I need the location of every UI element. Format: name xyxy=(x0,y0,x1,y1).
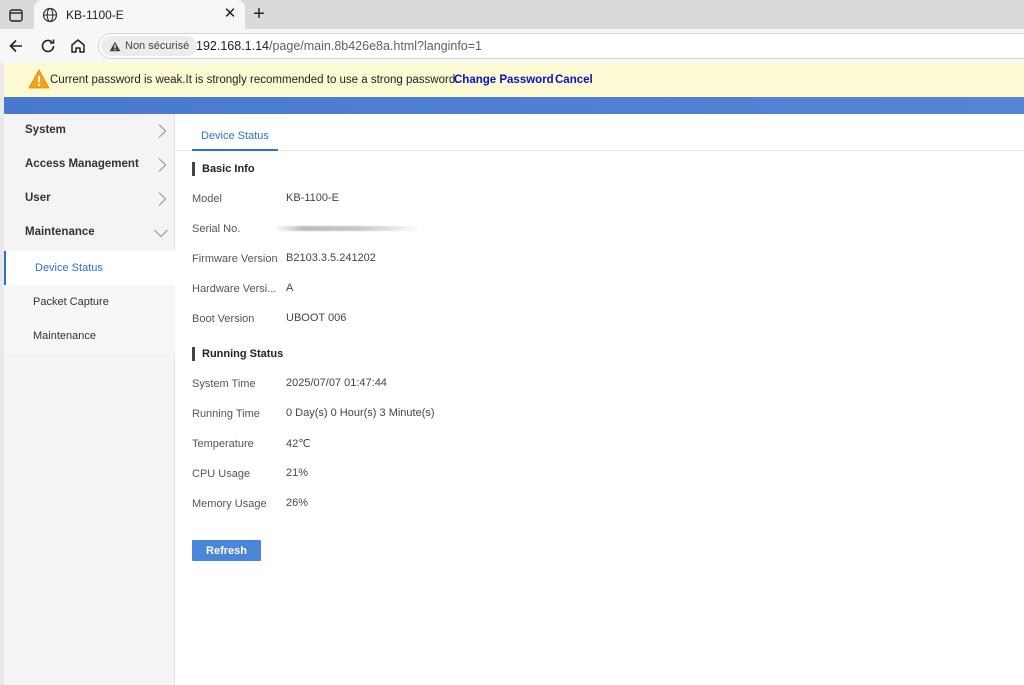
sidebar-item-maintenance[interactable]: Maintenance xyxy=(4,216,175,250)
refresh-button[interactable]: Refresh xyxy=(192,540,261,561)
sidebar-item-label: User xyxy=(25,192,51,204)
sidebar-item-label: Access Management xyxy=(25,158,139,170)
sidebar-subitem-device-status[interactable]: Device Status xyxy=(4,251,175,285)
sidebar-subitem-label: Device Status xyxy=(35,262,103,274)
field-label-temperature: Temperature xyxy=(192,438,254,450)
cancel-link[interactable]: Cancel xyxy=(555,74,593,86)
serial-redacted xyxy=(274,226,420,231)
field-label-system-time: System Time xyxy=(192,378,256,390)
sidebar-subitem-label: Maintenance xyxy=(33,330,96,342)
warning-message: Current password is weak.It is strongly … xyxy=(50,74,459,86)
sidebar-item-access-management[interactable]: Access Management xyxy=(4,148,175,182)
browser-tab[interactable]: KB-1100-E ✕ xyxy=(34,0,245,29)
address-bar: Non sécurisé 192.168.1.14/page/main.8b42… xyxy=(0,29,1024,63)
field-label-memory-usage: Memory Usage xyxy=(192,498,267,510)
browser-tab-bar: KB-1100-E ✕ + xyxy=(0,0,1024,29)
warning-icon xyxy=(28,69,50,89)
chevron-down-icon xyxy=(153,227,168,243)
security-indicator[interactable]: Non sécurisé xyxy=(101,36,198,56)
field-value-memory-usage: 26% xyxy=(286,497,309,509)
field-value-boot: UBOOT 006 xyxy=(286,312,347,324)
field-label-cpu-usage: CPU Usage xyxy=(192,468,251,480)
field-label-hardware: Hardware Versi... xyxy=(192,283,277,295)
back-icon[interactable] xyxy=(6,36,26,56)
field-label-serial: Serial No. xyxy=(192,223,241,235)
chevron-right-icon xyxy=(155,191,169,207)
sidebar: System Access Management User Maintenanc… xyxy=(4,114,175,685)
field-label-running-time: Running Time xyxy=(192,408,260,420)
field-label-model: Model xyxy=(192,193,222,205)
sidebar-subitem-maintenance[interactable]: Maintenance xyxy=(4,319,175,353)
chevron-right-icon xyxy=(155,157,169,173)
globe-icon xyxy=(42,7,58,23)
sidebar-item-label: System xyxy=(25,124,66,136)
sidebar-subitem-packet-capture[interactable]: Packet Capture xyxy=(4,285,175,319)
tab-title: KB-1100-E xyxy=(66,8,124,22)
field-value-model: KB-1100-E xyxy=(286,192,339,204)
content-tabs: Device Status xyxy=(176,114,1024,151)
field-label-boot: Boot Version xyxy=(192,313,255,325)
field-value-system-time: 2025/07/07 01:47:44 xyxy=(286,377,387,389)
tab-label: Device Status xyxy=(201,130,269,142)
section-title-running-status: Running Status xyxy=(192,347,283,361)
home-icon[interactable] xyxy=(68,36,88,56)
field-value-firmware: B2103.3.5.241202 xyxy=(286,252,376,264)
tab-device-status[interactable]: Device Status xyxy=(192,114,278,151)
header-bar xyxy=(4,97,1024,114)
field-label-firmware: Firmware Version xyxy=(192,253,278,265)
sidebar-item-system[interactable]: System xyxy=(4,114,175,148)
field-value-hardware: A xyxy=(286,282,294,294)
weak-password-banner: Current password is weak.It is strongly … xyxy=(4,63,1024,97)
sidebar-subitem-label: Packet Capture xyxy=(33,296,109,308)
window-icon[interactable] xyxy=(6,6,26,24)
url-text: 192.168.1.14/page/main.8b426e8a.html?lan… xyxy=(196,39,482,53)
section-title-basic-info: Basic Info xyxy=(192,162,255,176)
url-path: /page/main.8b426e8a.html?langinfo=1 xyxy=(269,39,483,53)
plus-icon[interactable]: + xyxy=(248,3,270,25)
close-icon[interactable]: ✕ xyxy=(222,5,238,23)
change-password-link[interactable]: Change Password xyxy=(454,74,554,86)
reload-icon[interactable] xyxy=(38,36,58,56)
url-host: 192.168.1.14 xyxy=(196,39,269,53)
url-field[interactable]: Non sécurisé 192.168.1.14/page/main.8b42… xyxy=(98,33,1024,59)
chevron-right-icon xyxy=(155,123,169,139)
security-label: Non sécurisé xyxy=(125,40,190,52)
field-value-running-time: 0 Day(s) 0 Hour(s) 3 Minute(s) xyxy=(286,407,435,419)
field-value-cpu-usage: 21% xyxy=(286,467,309,479)
sidebar-item-label: Maintenance xyxy=(25,226,95,238)
warning-small-icon xyxy=(109,41,121,51)
field-value-temperature: 42℃ xyxy=(286,438,311,450)
sidebar-item-user[interactable]: User xyxy=(4,182,175,216)
